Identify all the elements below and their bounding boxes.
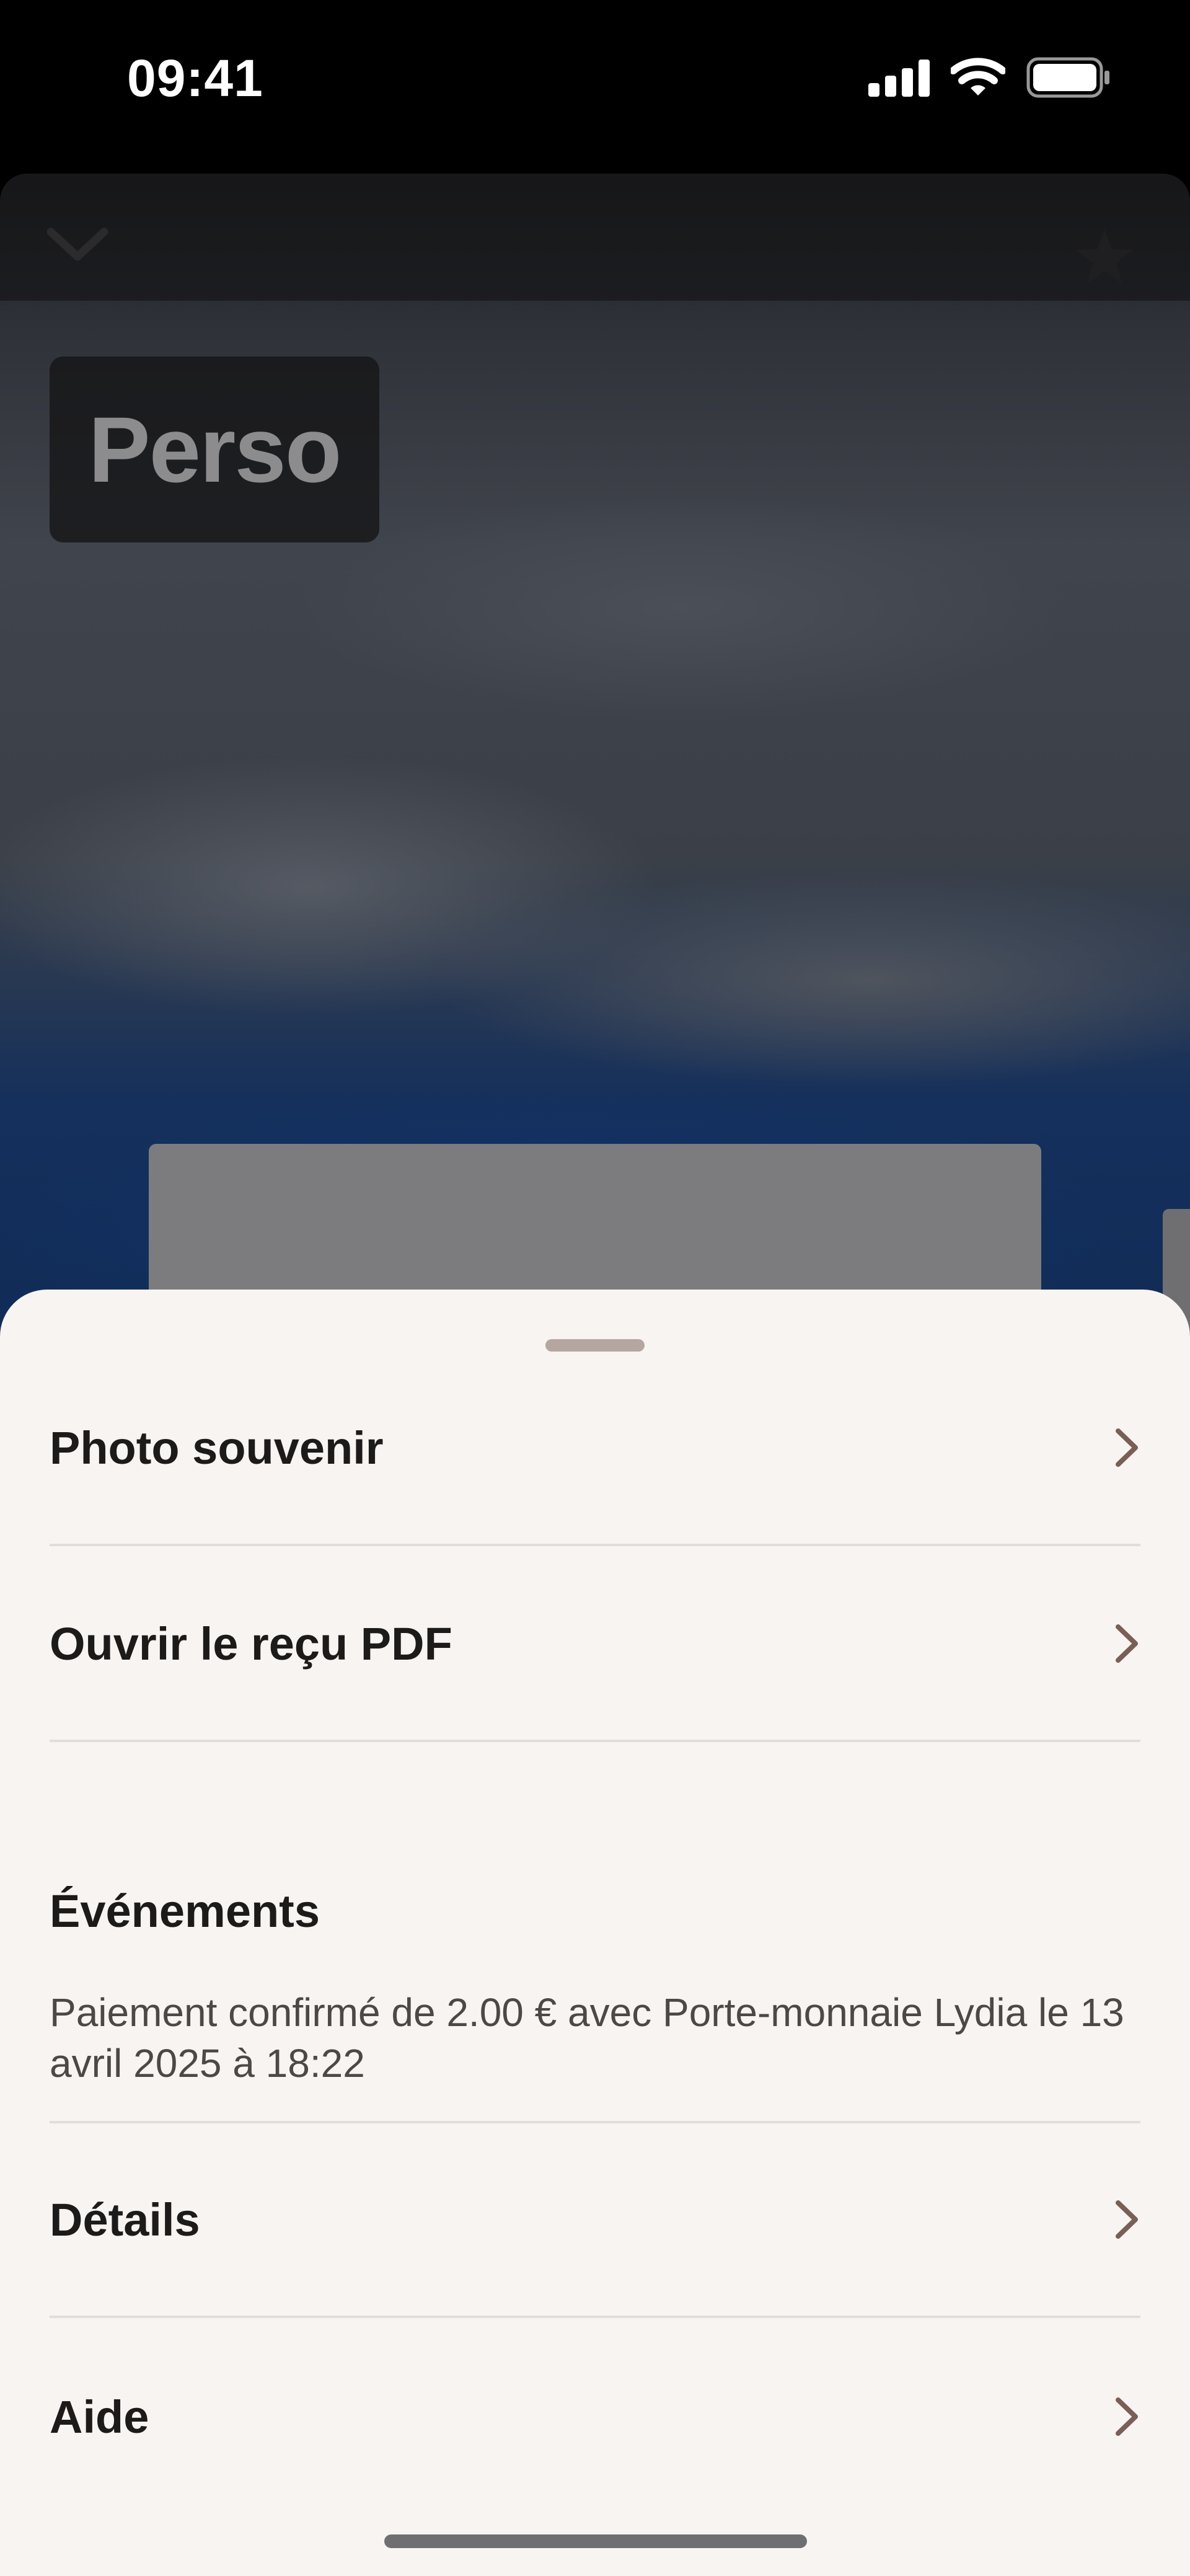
- wifi-icon: [951, 58, 1005, 95]
- star-icon[interactable]: [1073, 227, 1135, 286]
- status-icons: [868, 57, 1111, 98]
- row-label: Aide: [50, 2391, 149, 2443]
- details-row[interactable]: Détails: [50, 2123, 1140, 2318]
- chevron-right-icon: [1116, 1624, 1138, 1663]
- row-label: Ouvrir le reçu PDF: [50, 1618, 452, 1670]
- status-time: 09:41: [127, 49, 263, 107]
- event-item: Paiement confirmé de 2.00 € avec Porte-m…: [50, 1990, 1124, 2086]
- help-row[interactable]: Aide: [50, 2319, 1140, 2514]
- row-label: Détails: [50, 2193, 200, 2246]
- chevron-right-icon: [1116, 2200, 1138, 2239]
- chevron-right-icon: [1116, 2397, 1138, 2436]
- events-title: Événements: [50, 1885, 320, 1937]
- row-label: Photo souvenir: [50, 1422, 384, 1474]
- events-section: Événements Paiement confirmé de 2.00 € a…: [50, 1810, 1140, 2123]
- photo-souvenir-row[interactable]: Photo souvenir: [50, 1352, 1140, 1546]
- status-bar: 09:41: [0, 0, 1190, 161]
- sheet-grabber[interactable]: [545, 1339, 645, 1352]
- chevron-down-icon[interactable]: [43, 223, 112, 267]
- battery-icon: [1026, 57, 1109, 98]
- chevron-right-icon: [1116, 1428, 1138, 1467]
- home-indicator: [384, 2534, 807, 2548]
- background-top-bar: [0, 174, 1190, 301]
- category-tag: Perso: [50, 356, 379, 542]
- bottom-sheet: Photo souvenir Ouvrir le reçu PDF Événem…: [0, 1290, 1190, 2576]
- open-pdf-receipt-row[interactable]: Ouvrir le reçu PDF: [50, 1547, 1140, 1742]
- background-card: Perso: [0, 174, 1190, 1414]
- signal-icon: [868, 58, 930, 97]
